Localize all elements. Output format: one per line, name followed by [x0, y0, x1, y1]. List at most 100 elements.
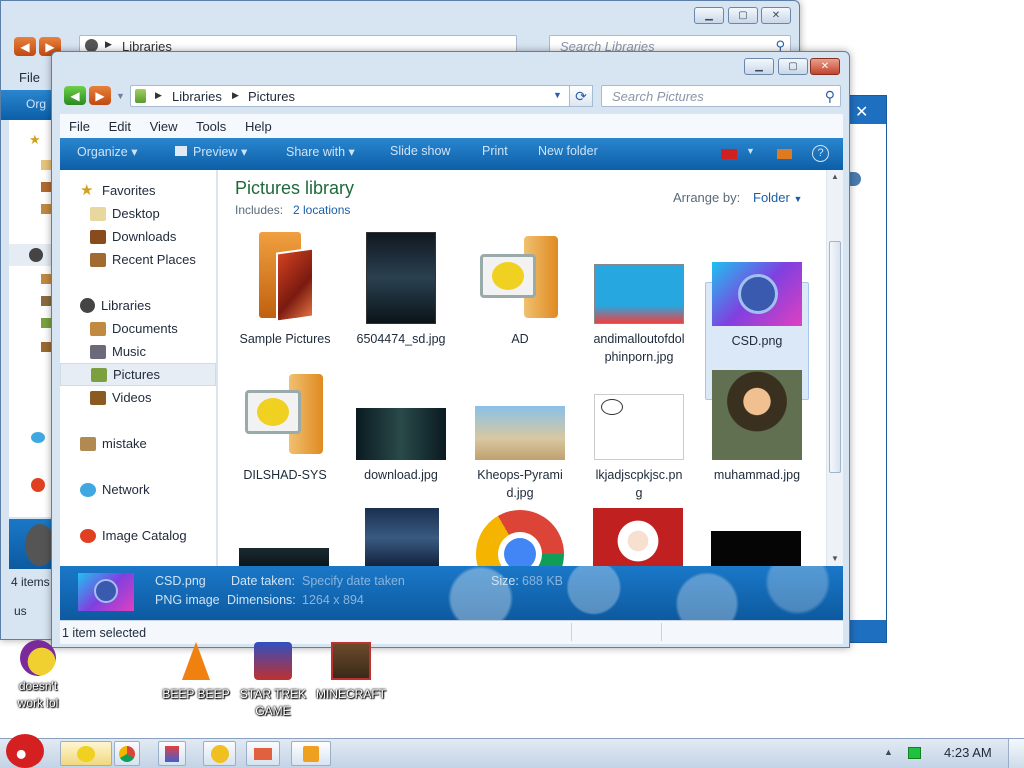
file-ad[interactable]: AD	[468, 232, 572, 348]
new-folder-button[interactable]: New folder	[538, 144, 598, 158]
file-6504474-sd[interactable]: 6504474_sd.jpg	[349, 232, 453, 348]
chrome-core	[504, 538, 536, 566]
forward-button[interactable]: ▶	[89, 86, 111, 105]
show-desktop-button[interactable]	[1008, 739, 1024, 768]
file-label: AD	[511, 332, 529, 346]
scroll-up-icon[interactable]: ▲	[831, 172, 839, 181]
preview-pane-icon[interactable]	[777, 149, 792, 159]
file-csd-png-content[interactable]: CSD.png	[705, 232, 809, 350]
breadcrumb-libraries[interactable]: Libraries	[172, 89, 222, 104]
network-icon	[80, 482, 96, 497]
menu-view[interactable]: View	[150, 119, 178, 134]
show-hidden-icons-icon[interactable]: ▲	[884, 747, 893, 757]
vertical-scrollbar[interactable]: ▲ ▼	[826, 170, 843, 566]
file-thumbnail-dark[interactable]	[239, 548, 329, 566]
bg-menu-file[interactable]: File	[19, 70, 40, 85]
desktop-icon-startrek[interactable]: STAR TREK GAME	[236, 642, 310, 720]
file-download[interactable]: download.jpg	[349, 370, 453, 484]
details-date-value[interactable]: Specify date taken	[302, 574, 405, 588]
scroll-down-icon[interactable]: ▼	[831, 554, 839, 563]
details-dims-value: 1264 x 894	[302, 593, 364, 607]
file-andimalloutofdolphinporn[interactable]: andimalloutofdolphinporn.jpg	[587, 232, 691, 366]
flag-icon[interactable]	[721, 149, 737, 159]
file-sample-pictures[interactable]: Sample Pictures	[233, 232, 337, 348]
taskbar-app-2[interactable]	[203, 741, 236, 766]
search-icon[interactable]: ⚲	[825, 88, 835, 105]
file-label: Sample Pictures	[239, 332, 331, 346]
desktop-label-beep: BEEP BEEP	[162, 687, 230, 701]
recent-pages-chevron-icon[interactable]: ▼	[116, 91, 125, 101]
nav-libraries[interactable]: Libraries	[60, 294, 216, 317]
file-muhammad[interactable]: muhammad.jpg	[705, 370, 809, 484]
menu-help[interactable]: Help	[245, 119, 272, 134]
nav-favorites[interactable]: ★ Favorites	[60, 179, 216, 202]
close-button[interactable]: ✕	[810, 58, 840, 75]
dialog-close-icon[interactable]: ✕	[855, 102, 868, 122]
bg-close-button[interactable]: ✕	[761, 7, 791, 24]
taskbar-explorer[interactable]	[60, 741, 112, 766]
start-button[interactable]	[4, 730, 48, 768]
nav-pictures[interactable]: Pictures	[60, 363, 216, 386]
menu-tools[interactable]: Tools	[196, 119, 226, 134]
chrome-icon[interactable]	[476, 510, 564, 566]
bg-minimize-button[interactable]: ▁	[694, 7, 724, 24]
slide-show-button[interactable]: Slide show	[390, 144, 450, 158]
address-bar[interactable]: ▶ Libraries ▶ Pictures ▼	[130, 85, 570, 107]
file-lkjadjscpkjsc[interactable]: lkjadjscpkjsc.png	[587, 370, 691, 502]
desktop-icon-beep[interactable]: BEEP BEEP	[160, 642, 232, 703]
portrait-thumbnail	[712, 370, 802, 460]
nav-desktop[interactable]: Desktop	[60, 202, 216, 225]
nav-music[interactable]: Music	[60, 340, 216, 363]
address-dropdown-icon[interactable]: ▼	[553, 90, 562, 100]
explorer-icon	[77, 745, 95, 762]
bg-catalog-icon	[31, 478, 45, 492]
nav-documents[interactable]: Documents	[60, 317, 216, 340]
search-box[interactable]: Search Pictures ⚲	[601, 85, 841, 107]
back-button[interactable]: ◀	[64, 86, 86, 105]
maximize-button[interactable]: ▢	[778, 58, 808, 75]
bg-back-button[interactable]: ◀	[14, 37, 36, 56]
help-icon[interactable]: ?	[812, 145, 829, 162]
file-thumbnail-black[interactable]	[711, 531, 801, 566]
file-kheops-pyramid[interactable]: Kheops-Pyramid.jpg	[468, 370, 572, 502]
desktop-icon-minecraft[interactable]: MINECRAFT	[313, 642, 389, 703]
nav-favorites-label: Favorites	[102, 183, 156, 198]
includes-locations-link[interactable]: 2 locations	[293, 203, 350, 217]
clock[interactable]: 4:23 AM	[944, 745, 992, 760]
taskbar-chrome[interactable]	[114, 741, 140, 766]
desktop-icon-yahoo[interactable]: doesn't work lol	[8, 640, 68, 712]
taskbar-app-1[interactable]	[158, 741, 186, 766]
nav-recent-places[interactable]: Recent Places	[60, 248, 216, 271]
file-dilshad-sys[interactable]: DILSHAD-SYS	[233, 370, 337, 484]
preview-button[interactable]: Preview ▾	[175, 144, 247, 159]
breadcrumb-pictures[interactable]: Pictures	[248, 89, 295, 104]
nav-videos[interactable]: Videos	[60, 386, 216, 409]
print-button[interactable]: Print	[482, 144, 508, 158]
status-text: 1 item selected	[62, 626, 147, 640]
bg-libraries-row[interactable]	[9, 244, 53, 266]
taskbar-app-4[interactable]	[291, 741, 331, 766]
refresh-button[interactable]: ⟳	[569, 85, 593, 107]
arrange-by-dropdown[interactable]: Folder ▼	[753, 190, 802, 205]
menu-edit[interactable]: Edit	[109, 119, 131, 134]
nav-downloads[interactable]: Downloads	[60, 225, 216, 248]
file-thumbnail-santa[interactable]	[593, 508, 683, 566]
organize-button[interactable]: Organize ▾	[77, 144, 137, 159]
sketch-thumbnail	[594, 394, 684, 460]
scroll-thumb[interactable]	[829, 241, 841, 473]
bg-maximize-button[interactable]: ▢	[728, 7, 758, 24]
navigation-pane: ★ Favorites Desktop Downloads Recent Plac…	[60, 170, 217, 566]
share-with-button[interactable]: Share with ▾	[286, 144, 355, 159]
nav-network[interactable]: Network	[60, 478, 216, 501]
nav-mistake[interactable]: mistake	[60, 432, 216, 455]
minimize-button[interactable]: ▁	[744, 58, 774, 75]
pictures-library-icon	[135, 89, 146, 103]
network-status-icon[interactable]	[908, 747, 921, 759]
taskbar-app-3[interactable]	[246, 741, 280, 766]
file-thumbnail-movie[interactable]	[365, 508, 439, 566]
menu-file[interactable]: File	[69, 119, 90, 134]
catalog-icon	[303, 745, 319, 762]
bg-organize-button[interactable]: Org	[26, 97, 46, 111]
nav-image-catalog[interactable]: Image Catalog	[60, 524, 216, 547]
view-options-chevron-icon[interactable]: ▼	[746, 146, 755, 156]
